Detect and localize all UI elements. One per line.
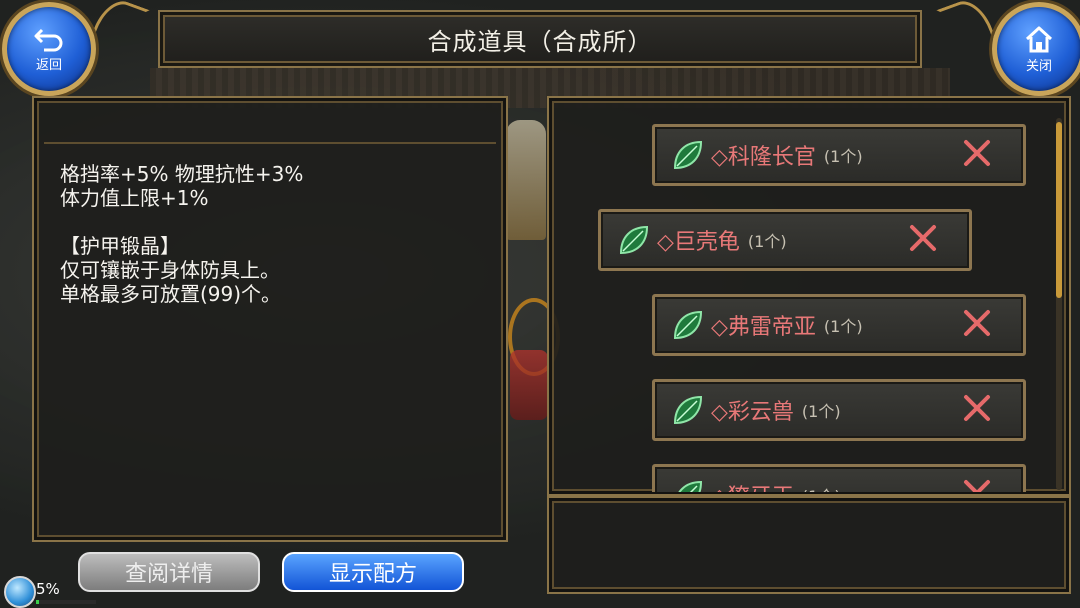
- close-x-icon[interactable]: [961, 307, 993, 339]
- home-icon: [1025, 26, 1053, 52]
- list-item[interactable]: ◇彩云兽 (1个): [652, 379, 1026, 441]
- background-character: [506, 120, 546, 240]
- list-item[interactable]: ◇科隆长官 (1个): [652, 124, 1026, 186]
- close-x-icon[interactable]: [961, 477, 993, 492]
- show-recipe-button[interactable]: 显示配方: [282, 552, 464, 592]
- status-orb-icon: [4, 576, 36, 608]
- back-arrow-icon: [34, 28, 63, 51]
- item-quantity: (1个): [801, 402, 841, 421]
- item-name: ◇科隆长官: [711, 145, 816, 170]
- leaf-icon: [619, 225, 649, 255]
- item-quantity: (1个): [802, 483, 841, 492]
- status-progress-bar: [36, 600, 96, 604]
- item-name: ◇彩云兽: [711, 400, 794, 425]
- item-name: ◇巨壳龟: [657, 230, 740, 255]
- item-description: 格挡率+5% 物理抗性+3% 体力值上限+1% 【护甲锻晶】 仅可镶嵌于身体防具…: [60, 162, 304, 306]
- back-label: 返回: [35, 57, 62, 73]
- close-x-icon[interactable]: [907, 222, 939, 254]
- status-progress-fill: [36, 600, 39, 604]
- view-details-button[interactable]: 查阅详情: [78, 552, 260, 592]
- item-quantity: (1个): [747, 232, 787, 251]
- result-panel: [547, 496, 1071, 594]
- leaf-icon: [673, 395, 703, 425]
- list-item[interactable]: ◇弗雷帝亚 (1个): [652, 294, 1026, 356]
- leaf-icon: [673, 140, 703, 170]
- close-x-icon[interactable]: [961, 137, 993, 169]
- list-scrollbar-thumb[interactable]: [1056, 122, 1062, 298]
- close-label: 关闭: [1025, 58, 1052, 74]
- leaf-icon: [673, 310, 703, 340]
- item-quantity: (1个): [823, 147, 863, 166]
- list-item[interactable]: ◇巨壳龟 (1个): [598, 209, 972, 271]
- list-item[interactable]: ◇獠牙王 (1个): [652, 464, 1026, 492]
- close-button[interactable]: 关闭: [992, 2, 1080, 96]
- panel-divider: [44, 142, 496, 144]
- page-title: 合成道具（合成所）: [427, 27, 653, 56]
- description-panel: 格挡率+5% 物理抗性+3% 体力值上限+1% 【护甲锻晶】 仅可镶嵌于身体防具…: [32, 96, 508, 542]
- item-name: ◇獠牙王: [711, 479, 794, 492]
- title-bar: 合成道具（合成所）: [158, 10, 922, 68]
- close-x-icon[interactable]: [961, 392, 993, 424]
- item-name: ◇弗雷帝亚: [711, 315, 816, 340]
- item-quantity: (1个): [823, 317, 863, 336]
- back-button[interactable]: 返回: [2, 2, 96, 96]
- status-percent: 5%: [36, 580, 60, 598]
- leaf-icon: [678, 480, 703, 492]
- background-character-2: [510, 350, 548, 420]
